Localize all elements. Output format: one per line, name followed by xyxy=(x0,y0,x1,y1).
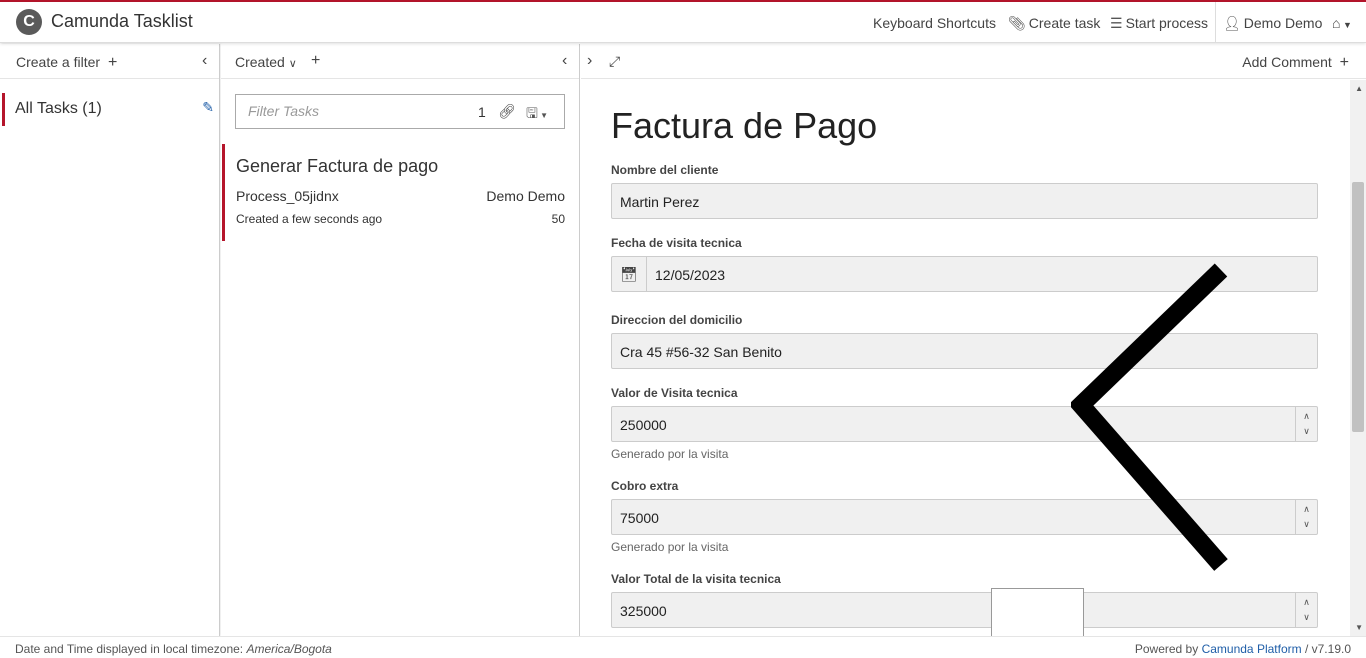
chevron-down-icon: ∨ xyxy=(288,58,297,70)
task-form-panel: › ⤢ Add Comment + Factura de Pago Nombre… xyxy=(581,44,1366,636)
expand-list-icon[interactable]: › xyxy=(587,52,592,70)
fecha-value: 12/05/2023 xyxy=(655,267,726,283)
plus-icon: + xyxy=(1339,54,1349,71)
cliente-label: Nombre del cliente xyxy=(611,163,719,177)
powered-by: Powered by Camunda Platform / v7.19.0 xyxy=(1135,642,1351,656)
task-card[interactable]: Generar Factura de pago Process_05jidnx … xyxy=(222,144,579,241)
task-priority: 50 xyxy=(551,212,565,226)
filters-panel: Create a filter + ‹ All Tasks (1) ✎ xyxy=(0,44,220,636)
cobro-value: 75000 xyxy=(620,510,659,526)
platform-link[interactable]: Camunda Platform xyxy=(1202,642,1302,656)
scroll-down-icon[interactable]: ▼ xyxy=(1355,623,1363,632)
camunda-logo: C xyxy=(16,9,42,35)
save-icon[interactable]: 🖫︎ ▼ xyxy=(526,103,548,127)
start-process-link[interactable]: ☰ Start process xyxy=(1110,15,1208,32)
filter-tasks-box: 1 🔗︎ 🖫︎ ▼ xyxy=(235,94,565,129)
collapse-filters-icon[interactable]: ‹ xyxy=(202,52,207,70)
pencil-icon[interactable]: ✎ xyxy=(202,99,214,116)
number-stepper[interactable]: ∧ ∨ xyxy=(1295,500,1317,534)
create-task-label: Create task xyxy=(1028,15,1101,31)
form-title: Factura de Pago xyxy=(611,105,878,146)
plus-icon: + xyxy=(107,54,118,71)
link-icon[interactable]: 🔗︎ xyxy=(498,103,516,120)
filters-header: Create a filter + ‹ xyxy=(0,44,219,79)
calendar-icon[interactable]: 📅︎ xyxy=(612,257,647,291)
filter-tasks-input[interactable] xyxy=(248,103,448,119)
create-task-link[interactable]: 📎︎ Create task xyxy=(1008,15,1100,32)
chevron-overlay-graphic xyxy=(1071,263,1228,571)
direccion-value: Cra 45 #56-32 San Benito xyxy=(620,344,782,360)
filter-item-all-tasks[interactable]: All Tasks (1) ✎ xyxy=(2,93,218,126)
user-menu[interactable]: 👤︎ Demo Demo xyxy=(1223,15,1322,32)
form-body: Factura de Pago Nombre del cliente Marti… xyxy=(581,80,1366,636)
version-label: / v7.19.0 xyxy=(1304,642,1351,656)
task-created: Created a few seconds ago xyxy=(236,212,383,226)
sort-label: Created xyxy=(235,54,285,70)
sort-created-button[interactable]: Created ∨ xyxy=(235,54,297,70)
valor-value: 250000 xyxy=(620,417,667,433)
task-form-header: › ⤢ Add Comment + xyxy=(581,44,1366,79)
filter-item-label: All Tasks (1) xyxy=(15,100,102,117)
number-stepper[interactable]: ∧ ∨ xyxy=(1295,407,1317,441)
total-field[interactable]: 325000 ∧ ∨ xyxy=(611,592,1318,628)
collapse-list-icon[interactable]: ‹ xyxy=(562,52,567,70)
form-scrollbar[interactable]: ▲ ▼ xyxy=(1350,80,1366,636)
cliente-value: Martin Perez xyxy=(620,194,700,210)
filter-count: 1 xyxy=(478,104,486,120)
task-list-header: Created ∨ + ‹ xyxy=(221,44,579,79)
cliente-field[interactable]: Martin Perez xyxy=(611,183,1318,219)
tooltip-overlay xyxy=(991,588,1084,636)
user-icon: 👤︎ xyxy=(1223,15,1241,31)
timezone-prefix: Date and Time displayed in local timezon… xyxy=(15,642,244,656)
app-header: C Camunda Tasklist Keyboard Shortcuts 📎︎… xyxy=(0,2,1366,43)
app-title[interactable]: Camunda Tasklist xyxy=(51,11,193,32)
task-assignee: Demo Demo xyxy=(486,188,565,204)
create-filter-button[interactable]: Create a filter + xyxy=(16,54,117,72)
fecha-label: Fecha de visita tecnica xyxy=(611,236,742,250)
create-filter-label: Create a filter xyxy=(16,54,101,70)
valor-label: Valor de Visita tecnica xyxy=(611,386,738,400)
total-value: 325000 xyxy=(620,603,667,619)
total-label: Valor Total de la visita tecnica xyxy=(611,572,781,586)
start-process-label: Start process xyxy=(1125,15,1209,31)
cobro-helper: Generado por la visita xyxy=(611,540,729,554)
nav-divider xyxy=(1215,2,1216,43)
number-stepper[interactable]: ∧ ∨ xyxy=(1295,593,1317,627)
scroll-thumb[interactable] xyxy=(1352,182,1364,432)
powered-by-label: Powered by xyxy=(1134,642,1199,656)
home-menu[interactable]: ⌂ ▼ xyxy=(1332,15,1352,31)
caret-down-icon: ▼ xyxy=(1340,20,1352,30)
task-name: Generar Factura de pago xyxy=(236,156,439,176)
task-list-panel: Created ∨ + ‹ 1 🔗︎ 🖫︎ ▼ Generar Factura … xyxy=(221,44,580,636)
add-comment-button[interactable]: Add Comment + xyxy=(1242,54,1349,72)
paperclip-icon: 📎︎ xyxy=(1008,15,1026,31)
maximize-icon[interactable]: ⤢ xyxy=(609,53,620,70)
keyboard-shortcuts-link[interactable]: Keyboard Shortcuts xyxy=(873,15,996,31)
valor-helper: Generado por la visita xyxy=(611,447,729,461)
add-sort-plus-icon[interactable]: + xyxy=(311,52,320,70)
task-process: Process_05jidnx xyxy=(236,188,339,204)
add-comment-label: Add Comment xyxy=(1242,54,1332,70)
timezone-note: Date and Time displayed in local timezon… xyxy=(15,642,332,656)
user-name: Demo Demo xyxy=(1243,15,1323,31)
timezone-value: America/Bogota xyxy=(246,642,332,656)
list-icon: ☰ xyxy=(1110,15,1123,31)
scroll-up-icon[interactable]: ▲ xyxy=(1355,84,1363,93)
footer: Date and Time displayed in local timezon… xyxy=(0,636,1366,658)
direccion-label: Direccion del domicilio xyxy=(611,313,743,327)
cobro-label: Cobro extra xyxy=(611,479,679,493)
